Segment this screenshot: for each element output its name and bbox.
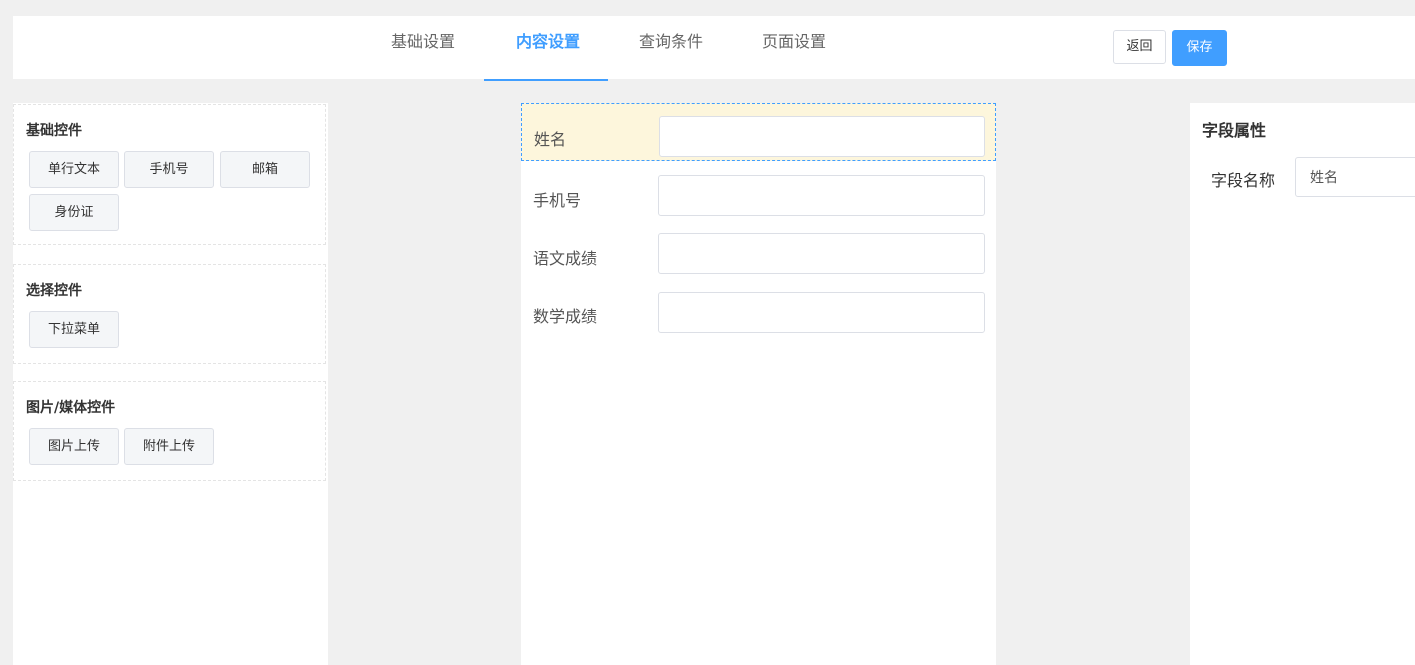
form-field-row[interactable]: 数学成绩 (521, 282, 996, 340)
field-label: 数学成绩 (533, 307, 598, 326)
phone-input[interactable] (658, 175, 985, 216)
control-id-card[interactable]: 身份证 (29, 194, 119, 231)
control-attachment-upload[interactable]: 附件上传 (124, 428, 214, 465)
control-image-upload[interactable]: 图片上传 (29, 428, 119, 465)
field-label: 姓名 (534, 130, 567, 149)
control-phone[interactable]: 手机号 (124, 151, 214, 188)
form-field-row[interactable]: 手机号 (521, 165, 996, 223)
tab-page-settings[interactable]: 页面设置 (747, 16, 841, 79)
form-canvas: 姓名 手机号 语文成绩 数学成绩 (521, 103, 996, 665)
palette-group-select: 选择控件 下拉菜单 (13, 264, 326, 364)
top-bar: 基础设置 内容设置 查询条件 页面设置 返回 保存 (13, 16, 1415, 81)
form-field-row[interactable]: 语文成绩 (521, 223, 996, 281)
control-palette: 基础控件 单行文本 手机号 邮箱 身份证 选择控件 下拉菜单 图片/媒体控件 图… (13, 103, 328, 665)
control-dropdown[interactable]: 下拉菜单 (29, 311, 119, 348)
properties-panel: 字段属性 字段名称 (1190, 103, 1415, 665)
palette-group-basic: 基础控件 单行文本 手机号 邮箱 身份证 (13, 104, 326, 245)
tab-basic-settings[interactable]: 基础设置 (377, 16, 469, 79)
field-name-input[interactable] (1295, 157, 1415, 197)
save-button[interactable]: 保存 (1172, 30, 1227, 66)
back-button[interactable]: 返回 (1113, 30, 1166, 64)
palette-group-title: 选择控件 (26, 283, 82, 299)
name-input[interactable] (659, 116, 985, 157)
math-score-input[interactable] (658, 292, 985, 333)
active-tab-indicator (484, 79, 608, 81)
palette-group-title: 图片/媒体控件 (26, 400, 116, 416)
control-email[interactable]: 邮箱 (220, 151, 310, 188)
field-label: 手机号 (533, 191, 582, 210)
tab-query-conditions[interactable]: 查询条件 (624, 16, 718, 79)
field-label: 语文成绩 (533, 249, 598, 268)
palette-group-media: 图片/媒体控件 图片上传 附件上传 (13, 381, 326, 481)
chinese-score-input[interactable] (658, 233, 985, 274)
properties-title: 字段属性 (1202, 121, 1267, 140)
control-single-line-text[interactable]: 单行文本 (29, 151, 119, 188)
form-field-row[interactable]: 姓名 (521, 103, 996, 161)
field-name-label: 字段名称 (1211, 171, 1276, 190)
palette-group-title: 基础控件 (26, 123, 82, 139)
tab-content-settings[interactable]: 内容设置 (500, 16, 596, 79)
